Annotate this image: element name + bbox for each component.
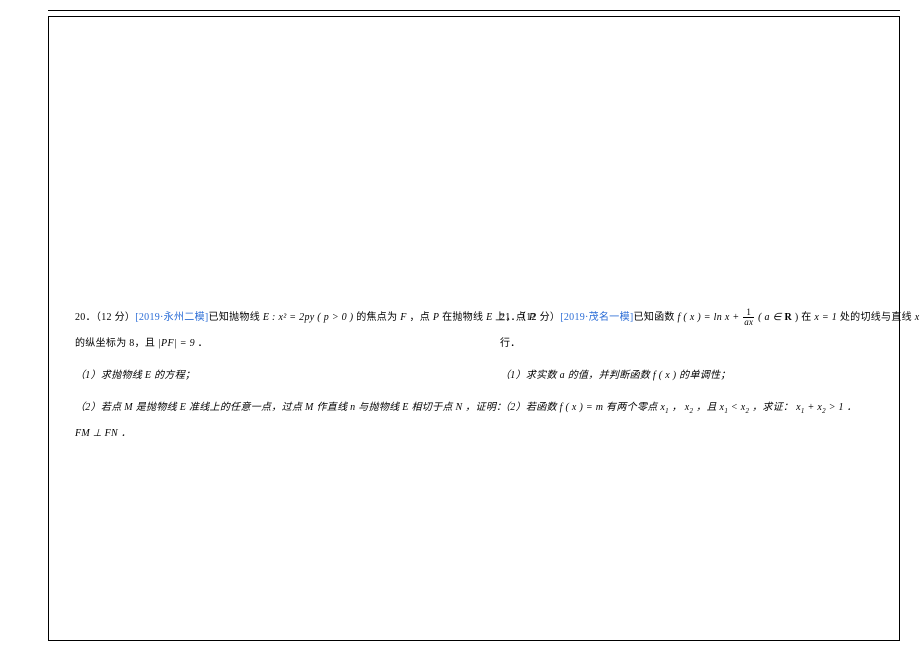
stem-text: 行． [500,338,521,349]
problem-number: 21． [500,312,521,323]
problem-21: 21．（12 分）[2019·茂名一模]已知函数 f ( x ) = ln x … [500,305,873,421]
points-label: （12 分） [96,312,135,323]
problem-20-stem-line1: 20．（12 分）[2019·永州二模]已知抛物线 E : x² = 2py (… [75,305,448,331]
frac-den: ax [743,318,754,327]
q2-text: + x [805,402,822,413]
source-link: [2019·永州二模] [135,312,208,323]
problem-20-q2-line1: （2）若点 M 是抛物线 E 准线上的任意一点，过点 M 作直线 n 与抛物线 … [75,395,448,421]
math-expr: E : x² = 2py ( p > 0 ) [263,312,354,323]
problem-20-q2-line2: FM ⊥ FN ． [75,421,448,447]
problem-number: 20． [75,312,96,323]
fraction: 1ax [743,308,754,327]
q2-text: < x [728,402,745,413]
q1-text: （1）求实数 a 的值，并判断函数 f ( x ) 的单调性； [500,370,731,381]
math-line: x − 2y + 1 = 0 [915,312,920,323]
q2-text: （2）若函数 f ( x ) = m 有两个零点 x [500,402,665,413]
q2-text: ，且 x [693,402,724,413]
problem-21-q2: （2）若函数 f ( x ) = m 有两个零点 x1 ， x2 ，且 x1 <… [500,395,873,421]
left-column: 20．（12 分）[2019·永州二模]已知抛物线 E : x² = 2py (… [49,17,474,640]
stem-text: ，点 [407,312,433,323]
page-top-rule [48,10,900,11]
problem-21-stem-line1: 21．（12 分）[2019·茂名一模]已知函数 f ( x ) = ln x … [500,305,873,331]
problem-20: 20．（12 分）[2019·永州二模]已知抛物线 E : x² = 2py (… [75,305,448,447]
problem-21-q1: （1）求实数 a 的值，并判断函数 f ( x ) 的单调性； [500,363,873,389]
math-expr: |PF| = 9 [158,338,195,349]
points-label: （12 分） [521,312,560,323]
stem-text: 处的切线与直线 [837,312,915,323]
stem-text: 的纵坐标为 8，且 [75,338,158,349]
right-column: 21．（12 分）[2019·茂名一模]已知函数 f ( x ) = ln x … [474,17,899,640]
q2-text: （2）若点 M 是抛物线 E 准线上的任意一点，过点 M 作直线 n 与抛物线 … [75,402,506,413]
math-x1: x = 1 [814,312,837,323]
stem-text: 的焦点为 [353,312,400,323]
stem-text: 在 [798,312,814,323]
page-frame: 20．（12 分）[2019·永州二模]已知抛物线 E : x² = 2py (… [48,16,900,641]
problem-20-stem-line2: 的纵坐标为 8，且 |PF| = 9 ． [75,331,448,357]
stem-text: 已知函数 [634,312,678,323]
math-fx: f ( x ) = ln x + [678,312,743,323]
stem-text: 已知抛物线 [209,312,263,323]
q2-math: FM ⊥ FN ． [75,428,131,439]
source-link: [2019·茂名一模] [560,312,633,323]
problem-20-q1: （1）求抛物线 E 的方程； [75,363,448,389]
paren-open: ( a ∈ [755,312,784,323]
set-R: R [784,312,792,323]
q2-text: > 1 ． [826,402,857,413]
q1-text: （1）求抛物线 E 的方程； [75,370,195,381]
stem-text: ． [195,338,208,349]
q2-text: ，求证： x [749,402,801,413]
problem-21-stem-line2: 行． [500,331,873,357]
q2-text: ， x [669,402,690,413]
